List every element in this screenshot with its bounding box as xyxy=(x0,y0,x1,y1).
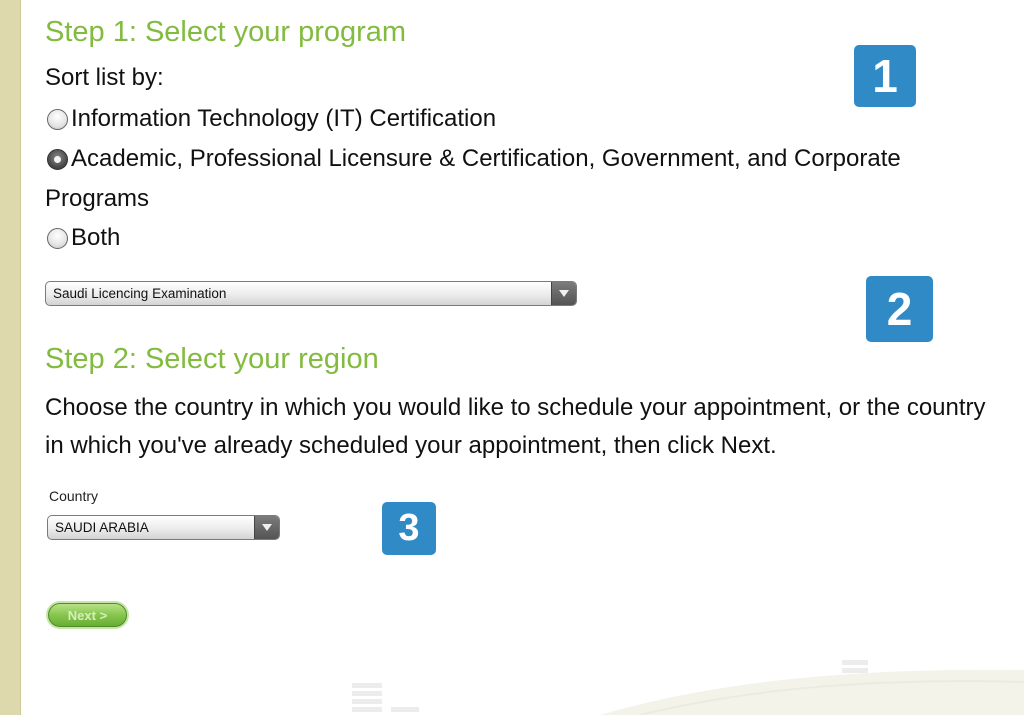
region-instructions: Choose the country in which you would li… xyxy=(45,394,986,459)
sort-label: Sort list by: xyxy=(45,64,164,91)
step-badge-1: 1 xyxy=(854,45,916,107)
step1-title: Step 1: Select your program xyxy=(45,16,407,48)
decorative-bars xyxy=(352,683,382,715)
chevron-down-icon[interactable] xyxy=(551,282,576,305)
decorative-dash xyxy=(391,707,419,712)
radio-option-it-certification[interactable]: Information Technology (IT) Certificatio… xyxy=(45,99,496,139)
radio-button-both[interactable] xyxy=(47,228,68,249)
next-button[interactable]: Next > xyxy=(48,603,127,627)
radio-button-it[interactable] xyxy=(47,109,68,130)
step-badge-2: 2 xyxy=(866,276,933,342)
chevron-down-icon[interactable] xyxy=(254,516,279,539)
radio-option-both[interactable]: Both xyxy=(45,218,120,258)
country-select[interactable]: SAUDI ARABIA xyxy=(47,515,280,540)
radio-label-both: Both xyxy=(71,224,121,251)
country-label: Country xyxy=(49,488,99,504)
program-select[interactable]: Saudi Licencing Examination xyxy=(45,281,577,306)
country-select-value: SAUDI ARABIA xyxy=(55,520,149,535)
radio-label-it: Information Technology (IT) Certificatio… xyxy=(71,105,497,132)
radio-button-academic[interactable] xyxy=(47,149,68,170)
radio-label-academic: Academic, Professional Licensure & Certi… xyxy=(45,145,901,212)
decorative-swoosh xyxy=(600,669,1024,715)
radio-option-academic[interactable]: Academic, Professional Licensure & Certi… xyxy=(45,139,1000,219)
left-sidebar-strip xyxy=(0,0,21,715)
step-badge-3: 3 xyxy=(382,502,436,555)
step2-title: Step 2: Select your region xyxy=(45,343,379,375)
program-select-value: Saudi Licencing Examination xyxy=(53,286,227,301)
